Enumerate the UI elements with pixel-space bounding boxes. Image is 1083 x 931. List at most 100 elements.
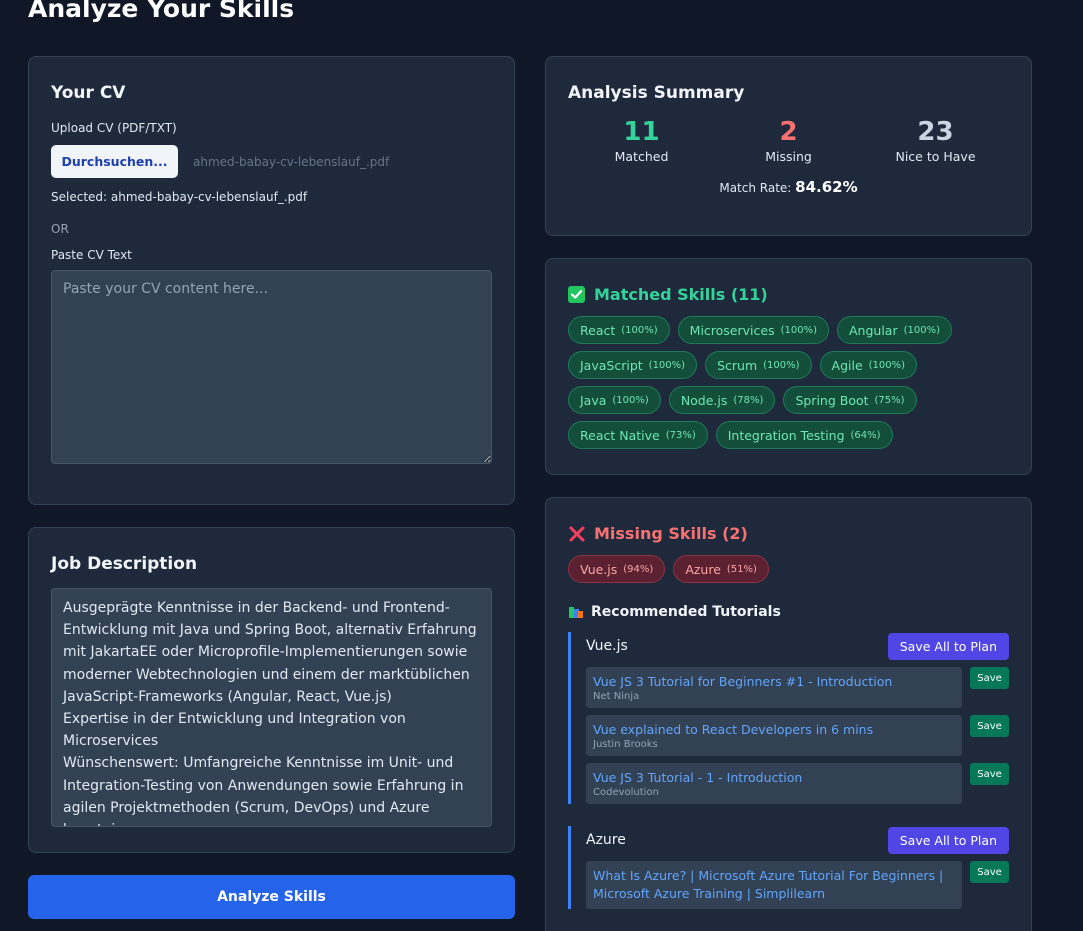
- missing-skill-chip: Vue.js (94%): [568, 555, 666, 583]
- recommended-tutorials-heading: Recommended Tutorials: [591, 604, 781, 620]
- missing-skill-chip: Azure (51%): [673, 555, 769, 583]
- page-title: Analyze Your Skills: [28, 0, 295, 23]
- matched-skill-list: React (100%) Microservices (100%) Angular (10…: [568, 316, 1008, 456]
- missing-skills-heading: Missing Skills (2): [594, 524, 748, 543]
- skill-name: Azure: [685, 561, 721, 577]
- skill-percent: (100%): [763, 359, 800, 371]
- upload-label: Upload CV (PDF/TXT): [51, 121, 177, 135]
- skill-percent: (100%): [780, 324, 817, 336]
- job-description-card: Job Description Ausgeprägte Kenntnisse i…: [28, 527, 515, 853]
- tutorial-skill-name: Azure: [586, 832, 626, 848]
- skill-name: Microservices: [689, 322, 775, 338]
- matched-skill-chip: Scrum (100%): [705, 351, 812, 379]
- analysis-summary-card: Analysis Summary 11 Matched 2 Missing 23…: [545, 56, 1032, 236]
- tutorial-author: Codevolution: [593, 787, 659, 798]
- missing-label: Missing: [765, 149, 812, 164]
- matched-skills-title: Matched Skills (11): [568, 285, 1009, 304]
- tutorial-link[interactable]: What Is Azure? | Microsoft Azure Tutoria…: [593, 867, 955, 903]
- missing-skill-list: Vue.js (94%) Azure (51%): [568, 555, 1008, 590]
- matched-skill-chip: Node.js (78%): [668, 386, 776, 414]
- tutorial-card: Vue JS 3 Tutorial - 1 - Introduction Code…: [586, 763, 962, 804]
- nice-to-have-stat: 23 Nice to Have: [862, 117, 1009, 164]
- skill-percent: (78%): [733, 394, 764, 406]
- job-description-input[interactable]: Ausgeprägte Kenntnisse in der Backend- u…: [51, 588, 492, 827]
- file-upload: Durchsuchen... ahmed-babay-cv-lebenslauf…: [51, 145, 492, 178]
- matched-skill-chip: Angular (100%): [837, 316, 953, 344]
- save-all-to-plan-button[interactable]: Save All to Plan: [887, 632, 1009, 660]
- save-tutorial-button[interactable]: Save: [970, 763, 1009, 785]
- tutorial-row: Vue JS 3 Tutorial for Beginners #1 - Int…: [586, 667, 1009, 708]
- skill-percent: (94%): [623, 563, 654, 575]
- skill-name: React Native: [580, 427, 660, 443]
- save-tutorial-button[interactable]: Save: [970, 861, 1009, 883]
- skill-name: Vue.js: [580, 561, 618, 577]
- check-box-icon: [568, 286, 585, 303]
- cv-card: Your CV Upload CV (PDF/TXT) Durchsuchen.…: [28, 56, 515, 505]
- paste-cv-label: Paste CV Text: [51, 248, 132, 262]
- skill-name: Spring Boot: [795, 392, 869, 408]
- cv-text-input[interactable]: [51, 270, 492, 464]
- matched-label: Matched: [614, 149, 669, 164]
- tutorial-author: Net Ninja: [593, 691, 640, 702]
- matched-skill-chip: Spring Boot (75%): [783, 386, 917, 414]
- skill-percent: (75%): [874, 394, 905, 406]
- tutorial-link[interactable]: Vue JS 3 Tutorial - 1 - Introduction: [593, 769, 955, 787]
- job-heading: Job Description: [51, 554, 198, 574]
- skill-percent: (100%): [612, 394, 649, 406]
- tutorial-card: Vue explained to React Developers in 6 m…: [586, 715, 962, 756]
- skill-percent: (100%): [903, 324, 941, 336]
- skill-percent: (64%): [850, 429, 881, 441]
- tutorial-row: Vue explained to React Developers in 6 m…: [586, 715, 1009, 756]
- matched-skill-chip: JavaScript (100%): [568, 351, 698, 379]
- selected-file-text: Selected: ahmed-babay-cv-lebenslauf_.pdf: [51, 190, 308, 204]
- skill-name: Angular: [849, 322, 898, 338]
- summary-heading: Analysis Summary: [568, 83, 745, 103]
- or-divider: OR: [51, 222, 69, 236]
- tutorial-group: Vue.js Save All to Plan Vue JS 3 Tutorial …: [568, 632, 1009, 804]
- skill-name: JavaScript: [580, 357, 643, 373]
- matched-skills-card: Matched Skills (11) React (100%) Microserv…: [545, 258, 1032, 475]
- tutorial-author: Justin Brooks: [593, 739, 658, 750]
- tutorial-skill-name: Vue.js: [586, 638, 628, 654]
- missing-count: 2: [779, 117, 798, 147]
- tutorial-card: What Is Azure? | Microsoft Azure Tutoria…: [586, 861, 962, 909]
- skill-percent: (100%): [621, 324, 658, 336]
- browse-button[interactable]: Durchsuchen...: [51, 145, 178, 178]
- matched-skills-heading: Matched Skills (11): [594, 285, 768, 304]
- analyze-skills-button[interactable]: Analyze Skills: [28, 875, 515, 919]
- save-tutorial-button[interactable]: Save: [970, 667, 1009, 689]
- matched-skill-chip: Agile (100%): [819, 351, 918, 379]
- missing-skills-card: Missing Skills (2) Vue.js (94%) Azure (51%)…: [545, 497, 1032, 931]
- matched-count: 11: [623, 117, 660, 147]
- skill-name: Node.js: [680, 392, 728, 408]
- save-all-to-plan-button[interactable]: Save All to Plan: [887, 826, 1009, 854]
- tutorial-group: Azure Save All to Plan What Is Azure? | Mi…: [568, 826, 1009, 909]
- nice-to-have-label: Nice to Have: [895, 149, 976, 164]
- skill-name: Java: [580, 392, 607, 408]
- skill-percent: (100%): [868, 359, 906, 371]
- missing-skills-title: Missing Skills (2): [568, 524, 1009, 543]
- skill-percent: (51%): [726, 563, 757, 575]
- chosen-file-name: ahmed-babay-cv-lebenslauf_.pdf: [193, 154, 390, 169]
- matched-skill-chip: Java (100%): [568, 386, 661, 414]
- matched-skill-chip: Microservices (100%): [677, 316, 829, 344]
- save-tutorial-button[interactable]: Save: [970, 715, 1009, 737]
- skill-name: React: [580, 322, 616, 338]
- tutorial-row: Vue JS 3 Tutorial - 1 - Introduction Code…: [586, 763, 1009, 804]
- tutorial-groups: Vue.js Save All to Plan Vue JS 3 Tutorial …: [568, 632, 1009, 909]
- match-rate-value: 84.62%: [795, 178, 858, 196]
- tutorial-link[interactable]: Vue JS 3 Tutorial for Beginners #1 - Int…: [593, 673, 955, 691]
- skill-percent: (73%): [665, 429, 696, 441]
- tutorial-row: What Is Azure? | Microsoft Azure Tutoria…: [586, 861, 1009, 909]
- tutorial-link[interactable]: Vue explained to React Developers in 6 m…: [593, 721, 955, 739]
- matched-stat: 11 Matched: [568, 117, 715, 164]
- tutorial-card: Vue JS 3 Tutorial for Beginners #1 - Int…: [586, 667, 962, 708]
- match-rate: Match Rate: 84.62%: [568, 178, 1009, 196]
- cross-icon: [568, 525, 586, 543]
- skill-percent: (100%): [648, 359, 686, 371]
- skill-name: Agile: [831, 357, 863, 373]
- books-icon: [568, 604, 584, 620]
- skill-name: Scrum: [717, 357, 758, 373]
- match-rate-label: Match Rate:: [719, 181, 792, 195]
- matched-skill-chip: Integration Testing (64%): [715, 421, 893, 449]
